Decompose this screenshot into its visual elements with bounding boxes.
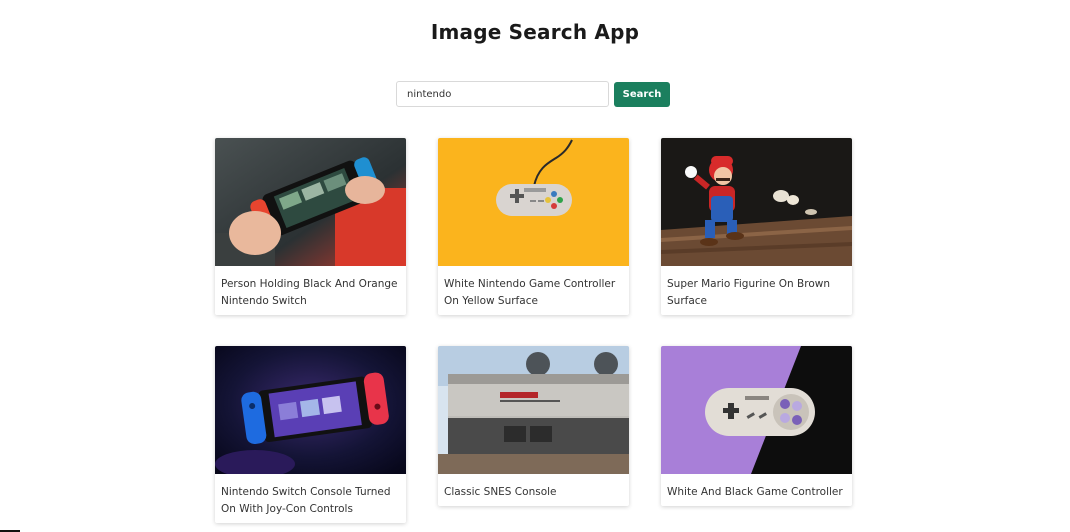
result-card[interactable]: Super Mario Figurine On Brown Surface [661,138,852,315]
page-title: Image Search App [430,20,640,44]
search-input[interactable] [396,81,609,107]
result-caption: Classic SNES Console [444,486,557,498]
result-caption: White Nintendo Game Controller On Yellow… [444,278,616,307]
search-bar: Search [396,81,670,107]
result-caption: Person Holding Black And Orange Nintendo… [221,278,398,307]
search-button[interactable]: Search [614,81,670,107]
result-card[interactable]: White Nintendo Game Controller On Yellow… [438,138,629,315]
result-card[interactable]: Nintendo Switch Console Turned On With J… [215,346,406,523]
result-card[interactable]: Person Holding Black And Orange Nintendo… [215,138,406,315]
result-image[interactable] [215,138,406,266]
result-image[interactable] [438,346,629,474]
result-caption: Super Mario Figurine On Brown Surface [667,278,831,307]
result-card[interactable]: White And Black Game Controller [661,346,852,506]
image-search-app: Image Search App Search [0,0,1070,532]
result-caption: Nintendo Switch Console Turned On With J… [221,486,391,515]
result-caption: White And Black Game Controller [667,486,843,498]
result-card[interactable]: Classic SNES Console [438,346,629,506]
result-image[interactable] [438,138,629,266]
result-image[interactable] [661,346,852,474]
result-image[interactable] [661,138,852,266]
results-grid: Person Holding Black And Orange Nintendo… [215,138,852,523]
result-image[interactable] [215,346,406,474]
